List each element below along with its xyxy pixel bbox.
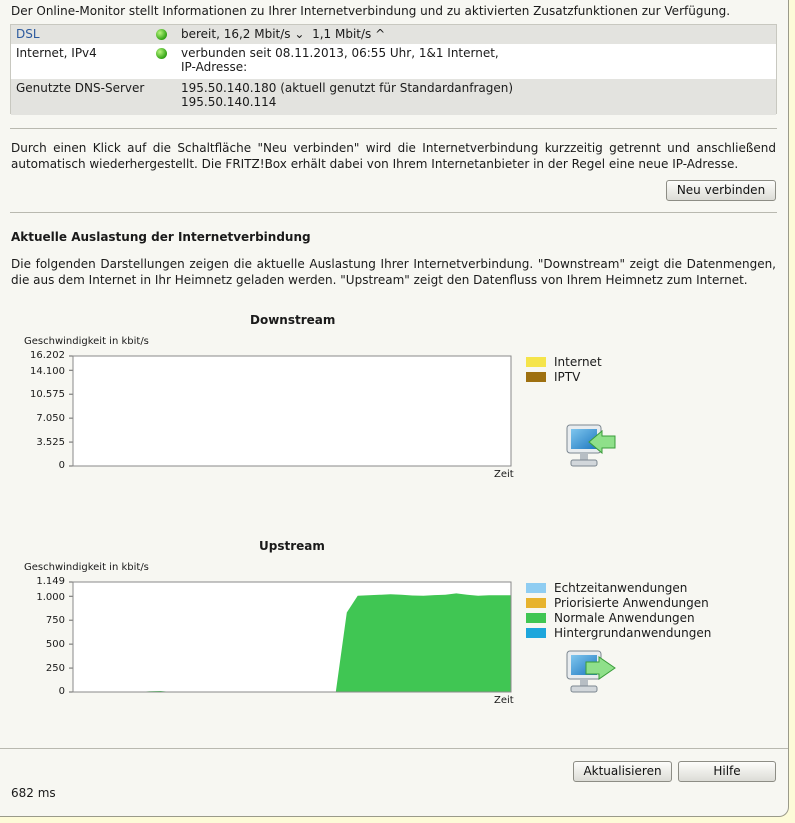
legend-label-iptv: IPTV [554, 370, 581, 384]
tick-label: 500 [45, 639, 65, 650]
tick-label: 1.149 [36, 576, 65, 587]
legend-label-prioritized: Priorisierte Anwendungen [554, 596, 709, 610]
dsl-link[interactable]: DSL [16, 27, 40, 41]
tick-label: 14.100 [30, 366, 65, 377]
up-arrow-icon: ^ [375, 27, 386, 41]
plot-area [72, 355, 512, 467]
help-button[interactable]: Hilfe [678, 761, 776, 782]
legend-swatch-internet [526, 357, 546, 367]
upstream-title: Upstream [259, 539, 325, 553]
timing-text: 682 ms [11, 786, 56, 800]
legend-swatch-prioritized [526, 598, 546, 608]
load-text: Die folgenden Darstellungen zeigen die a… [11, 257, 776, 287]
footer-divider [0, 748, 788, 749]
status-row-dsl: DSL bereit, 16,2 Mbit/s ⌄ 1,1 Mbit/s ^ [11, 25, 776, 44]
dns-label: Genutzte DNS-Server [16, 81, 145, 95]
status-row-ipv4: Internet, IPv4 verbunden seit 08.11.2013… [11, 44, 776, 79]
upstream-chart [69, 581, 512, 693]
tick-label: 1.000 [36, 592, 65, 603]
downstream-ylabel: Geschwindigkeit in kbit/s [24, 336, 149, 347]
upstream-xlabel: Zeit [494, 695, 514, 706]
ipv4-label: Internet, IPv4 [16, 46, 97, 60]
connection-status-table: DSL bereit, 16,2 Mbit/s ⌄ 1,1 Mbit/s ^ I… [10, 24, 777, 115]
dns-value: 195.50.140.180 (aktuell genutzt für Stan… [181, 81, 514, 109]
reconnect-button[interactable]: Neu verbinden [666, 180, 776, 201]
legend-swatch-normal [526, 613, 546, 623]
legend-label-internet: Internet [554, 355, 602, 369]
tick-label: 3.525 [36, 437, 65, 448]
tick-label: 0 [58, 686, 65, 697]
update-button[interactable]: Aktualisieren [573, 761, 672, 782]
status-row-dns: Genutzte DNS-Server 195.50.140.180 (aktu… [11, 79, 776, 115]
tick-label: 750 [45, 615, 65, 626]
legend-label-realtime: Echtzeitanwendungen [554, 581, 688, 595]
legend-swatch-realtime [526, 583, 546, 593]
tick-label: 0 [58, 460, 65, 471]
downstream-chart [69, 355, 512, 467]
legend-label-normal: Normale Anwendungen [554, 611, 695, 625]
status-ok-icon [156, 48, 167, 59]
divider [10, 212, 777, 213]
downstream-title: Downstream [250, 313, 336, 327]
legend-swatch-background [526, 628, 546, 638]
load-heading: Aktuelle Auslastung der Internetverbindu… [11, 230, 311, 244]
tick-label: 10.575 [30, 389, 65, 400]
dsl-value: bereit, 16,2 Mbit/s ⌄ 1,1 Mbit/s ^ [181, 27, 386, 41]
legend-label-background: Hintergrundanwendungen [554, 626, 712, 640]
upstream-ylabel: Geschwindigkeit in kbit/s [24, 562, 149, 573]
intro-text: Der Online-Monitor stellt Informationen … [11, 4, 731, 18]
computer-upload-icon [566, 650, 616, 693]
tick-label: 250 [45, 663, 65, 674]
computer-download-icon [566, 424, 616, 467]
online-monitor-panel: Der Online-Monitor stellt Informationen … [0, 0, 789, 817]
tick-label: 16.202 [30, 350, 65, 361]
status-ok-icon [156, 29, 167, 40]
downstream-xlabel: Zeit [494, 469, 514, 480]
legend-swatch-iptv [526, 372, 546, 382]
reconnect-text: Durch einen Klick auf die Schaltfläche "… [11, 141, 776, 171]
tick-label: 7.050 [36, 413, 65, 424]
down-arrow-icon: ⌄ [294, 27, 305, 41]
ipv4-value: verbunden seit 08.11.2013, 06:55 Uhr, 1&… [181, 46, 499, 74]
divider [10, 128, 777, 129]
